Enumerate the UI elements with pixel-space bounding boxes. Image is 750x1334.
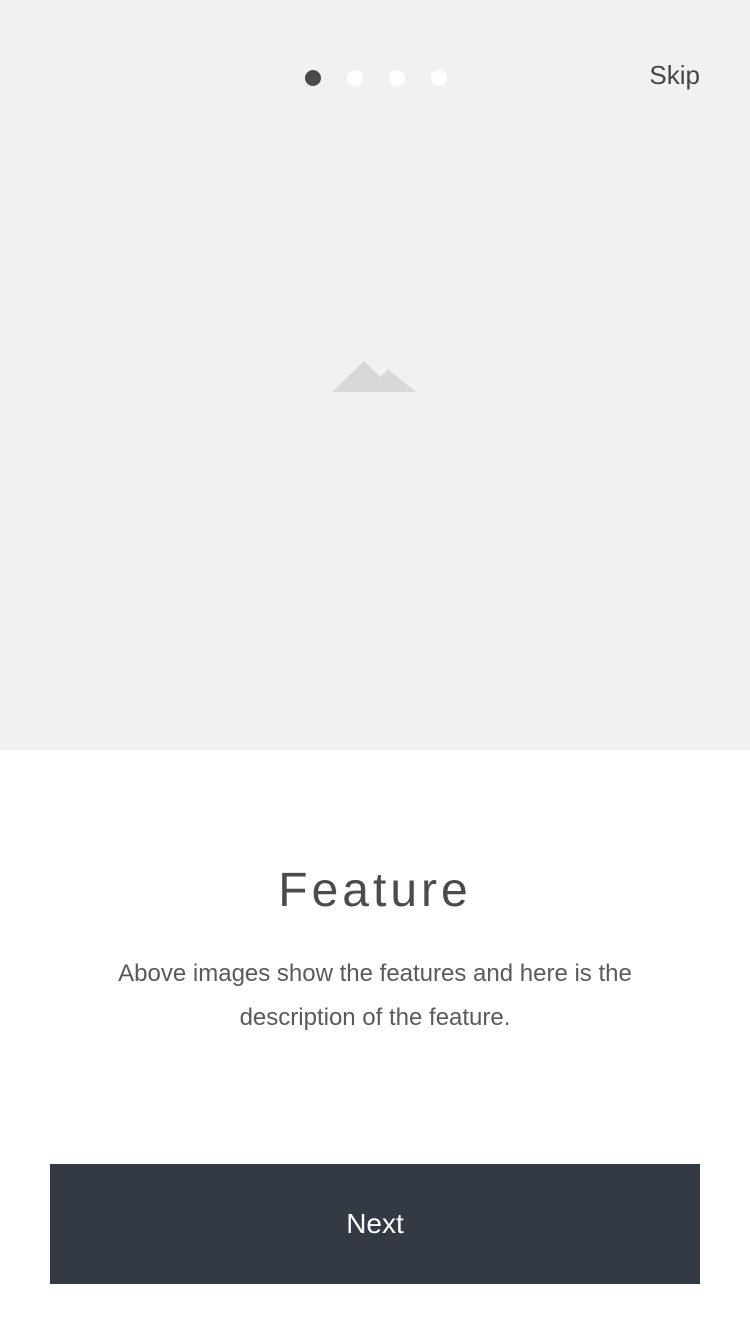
page-indicator [305, 70, 447, 86]
skip-button[interactable]: Skip [649, 58, 700, 92]
next-button[interactable]: Next [50, 1164, 700, 1284]
page-dot-4[interactable] [431, 70, 447, 86]
feature-title: Feature [278, 864, 472, 917]
image-placeholder-icon [332, 361, 416, 392]
page-dot-2[interactable] [347, 70, 363, 86]
page-dot-3[interactable] [389, 70, 405, 86]
feature-description: Above images show the features and here … [118, 960, 632, 1031]
page-dot-1[interactable] [305, 70, 321, 86]
hero-image-area: Skip [0, 0, 750, 750]
